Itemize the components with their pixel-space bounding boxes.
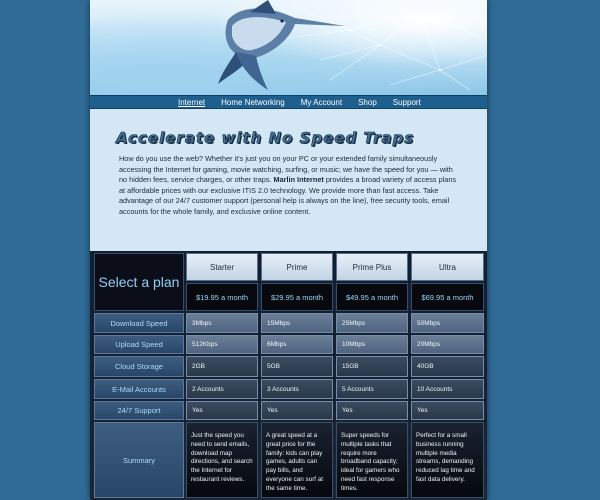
cell-storage-prime: 5GB [261,356,333,377]
plan-name-prime: Prime [261,253,333,281]
cell-download-prime-plus: 25Mbps [336,313,408,333]
cell-download-ultra: 50Mbps [411,313,484,333]
intro-section: Accelerate with No Speed Traps How do yo… [90,111,487,251]
page: Internet Home Networking My Account Shop… [90,0,487,500]
brand-name: Marlin Internet [273,175,324,185]
cell-storage-starter: 2GB [186,356,258,377]
plan-price-starter[interactable]: $19.95 a month [186,283,258,311]
cell-upload-prime-plus: 10Mbps [336,335,408,354]
network-lines-graphic [218,0,487,91]
summary-starter: Just the speed you need to send emails, … [186,422,258,498]
nav-item-internet[interactable]: Internet [178,98,205,107]
summary-prime: A great speed at a great price for the f… [261,422,333,498]
plan-price-prime[interactable]: $29.95 a month [261,283,333,311]
cell-upload-ultra: 20Mbps [411,335,484,354]
cell-storage-prime-plus: 15GB [336,356,408,377]
cell-download-prime: 15Mbps [261,313,333,333]
header-banner [90,0,487,95]
main-nav: Internet Home Networking My Account Shop… [90,95,487,109]
cell-upload-starter: 512Kbps [186,335,258,354]
row-label-upload-speed: Upload Speed [94,335,184,354]
plan-name-prime-plus: Prime Plus [336,253,408,281]
page-headline: Accelerate with No Speed Traps [116,129,415,148]
plan-name-starter: Starter [186,253,258,281]
row-label-summary: Summary [94,422,184,498]
cell-email-prime: 3 Accounts [261,379,333,399]
cell-email-prime-plus: 5 Accounts [336,379,408,399]
cell-storage-ultra: 40GB [411,356,484,377]
cell-email-starter: 2 Accounts [186,379,258,399]
cell-support-prime: Yes [261,401,333,420]
cell-support-ultra: Yes [411,401,484,420]
plan-name-ultra: Ultra [411,253,484,281]
marlin-logo-icon [218,0,345,90]
summary-ultra: Perfect for a small business running mul… [411,422,484,498]
nav-item-shop[interactable]: Shop [358,98,377,107]
row-label-email-accounts: E-Mail Accounts [94,379,184,399]
plans-table: Select a plan Starter Prime Prime Plus U… [90,251,487,500]
plan-price-ultra[interactable]: $69.95 a month [411,283,484,311]
cell-email-ultra: 10 Accounts [411,379,484,399]
cell-download-starter: 3Mbps [186,313,258,333]
nav-item-support[interactable]: Support [393,98,421,107]
plan-price-prime-plus[interactable]: $49.95 a month [336,283,408,311]
row-label-support: 24/7 Support [94,401,184,420]
nav-item-home-networking[interactable]: Home Networking [221,98,285,107]
row-label-download-speed: Download Speed [94,313,184,333]
cell-upload-prime: 6Mbps [261,335,333,354]
row-label-cloud-storage: Cloud Storage [94,356,184,377]
intro-paragraph: How do you use the web? Whether it's jus… [119,154,459,218]
nav-item-my-account[interactable]: My Account [301,98,342,107]
summary-prime-plus: Super speeds for multiple tasks that req… [336,422,408,498]
cell-support-starter: Yes [186,401,258,420]
select-plan-heading: Select a plan [94,253,184,311]
cell-support-prime-plus: Yes [336,401,408,420]
